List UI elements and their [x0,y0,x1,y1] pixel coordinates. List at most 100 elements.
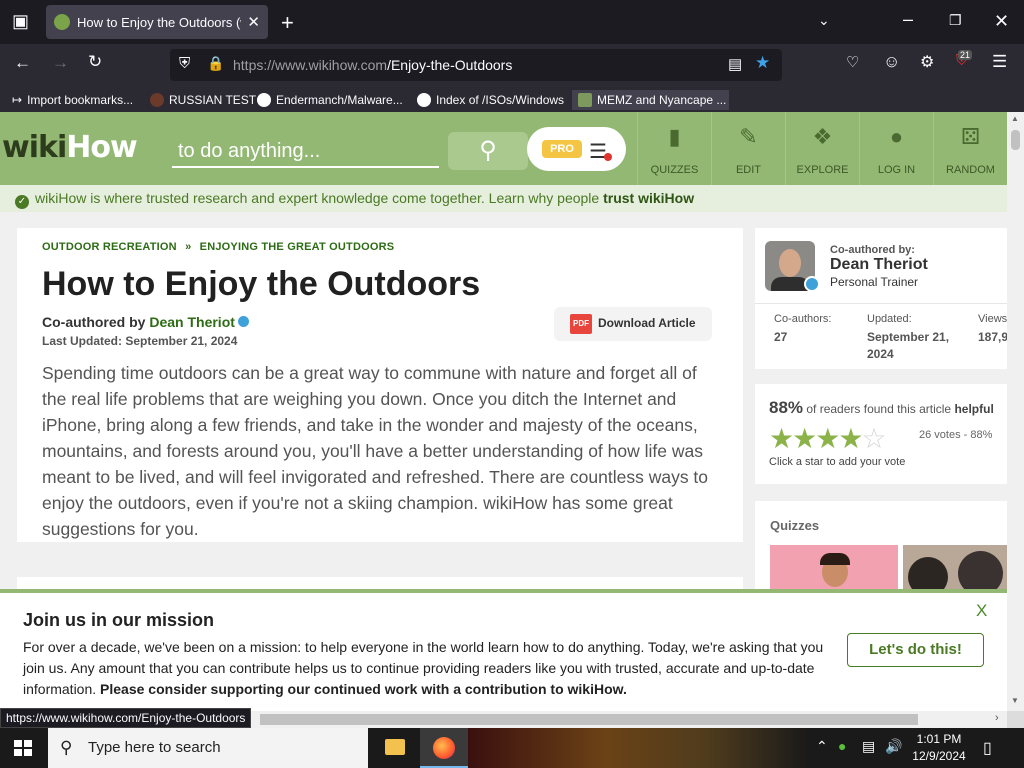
vertical-scrollbar[interactable]: ▲ ▼ [1007,112,1024,711]
pdf-icon: PDF [570,314,592,334]
google-icon [417,93,431,107]
mission-text-bold: Please consider supporting our continued… [100,681,627,697]
mission-title: Join us in our mission [23,610,215,630]
pro-menu-button[interactable]: PRO ☰ [527,127,626,171]
verified-icon [804,276,820,292]
search-button[interactable]: ⚲ [448,132,528,170]
windows-taskbar: ⚲ Type here to search ⌃ ● ▤ 🔊 1:01 PM 12… [0,728,1024,768]
logo-wiki: wiki [2,130,67,165]
stat-coauthors-label: Co-authors: [774,313,832,325]
clock-date: 12/9/2024 [912,749,966,763]
star-empty-icon[interactable]: ☆ [861,423,886,454]
horizontal-scrollbar[interactable]: › [260,711,1007,728]
tab-active[interactable]: How to Enjoy the Outdoors (with Pictures… [46,5,268,39]
nav-label: EDIT [735,164,762,176]
back-icon[interactable]: ← [14,53,31,73]
stat-views-label: Views: [978,313,1007,325]
breadcrumb-separator: » [185,241,192,253]
menu-icon[interactable]: ☰ [992,52,1007,72]
list-tabs-icon[interactable]: ⌄ [818,12,830,29]
scrollbar-thumb[interactable] [1011,130,1020,150]
author-role: Personal Trainer [830,275,919,289]
nav-random[interactable]: ⚄ RANDOM [933,112,1007,185]
forward-icon[interactable]: → [52,53,69,73]
bookmark-star-icon[interactable]: ★ [755,53,770,73]
bookmark-endermanch[interactable]: Endermanch/Malware... [257,90,403,110]
trust-banner: ✓ wikiHow is where trusted research and e… [0,185,1007,212]
hscroll-thumb[interactable] [260,714,918,725]
download-article-button[interactable]: PDF Download Article [554,307,712,341]
nav-explore[interactable]: ❖ EXPLORE [785,112,859,185]
extension-badge: 21 [958,50,973,60]
breadcrumb-enjoying-great-outdoors[interactable]: ENJOYING THE GREAT OUTDOORS [200,241,395,253]
url-text: https://www.wikihow.com/Enjoy-the-Outdoo… [233,57,512,73]
tray-overflow-icon[interactable]: ⌃ [816,738,828,755]
download-label: Download Article [598,316,696,330]
wikihow-logo[interactable]: wikiHow [2,130,138,165]
check-icon: ✓ [15,195,29,209]
nav-edit[interactable]: ✎ EDIT [711,112,785,185]
tab-overview-icon[interactable]: ▣ [12,11,29,32]
star-icon[interactable]: ★ [769,423,794,454]
logo-how: How [66,130,137,165]
star-rating[interactable]: ★★★★☆ [769,422,887,455]
hamburger-icon: ☰ [589,141,607,163]
nav-log-in[interactable]: ● LOG IN [859,112,933,185]
reader-view-icon[interactable]: ▤ [728,55,742,73]
scroll-up-icon[interactable]: ▲ [1011,114,1019,123]
new-tab-icon[interactable]: + [281,10,294,36]
address-bar[interactable]: ⛨ 🔒 https://www.wikihow.com/Enjoy-the-Ou… [170,49,782,81]
google-icon [257,93,271,107]
tray-app-icon[interactable]: ● [838,738,846,754]
star-icon[interactable]: ★ [815,423,840,454]
file-explorer-icon[interactable] [371,728,419,768]
stat-updated-label: Updated: [867,313,912,325]
tab-close-icon[interactable]: ✕ [247,13,260,31]
notifications-icon[interactable]: ▯ [983,738,992,758]
vote-count: 26 votes - 88% [919,429,993,441]
nav-quizzes[interactable]: ▮ QUIZZES [637,112,711,185]
pocket-icon[interactable]: ♡ [846,53,859,71]
article-card: OUTDOOR RECREATION » ENJOYING THE GREAT … [17,228,743,542]
site-search-input[interactable]: to do anything... [172,135,439,168]
firefox-icon[interactable] [420,728,468,768]
pro-badge: PRO [542,140,582,158]
star-icon[interactable]: ★ [792,423,817,454]
status-link-preview: https://www.wikihow.com/Enjoy-the-Outdoo… [0,708,252,728]
close-window-icon[interactable]: ✕ [994,11,1009,32]
wikihow-favicon-icon [54,14,70,30]
trust-link[interactable]: trust wikiHow [603,190,694,206]
taskbar-search-input[interactable]: ⚲ Type here to search [48,728,368,768]
restore-icon[interactable]: ❐ [949,12,962,29]
bookmark-isos[interactable]: Index of /ISOs/Windows [417,90,564,110]
breadcrumb: OUTDOOR RECREATION » ENJOYING THE GREAT … [42,241,394,253]
scroll-right-icon[interactable]: › [995,712,999,724]
breadcrumb-outdoor-recreation[interactable]: OUTDOOR RECREATION [42,241,177,253]
extensions-icon[interactable]: ⚙ [920,52,934,72]
site-header: wikiHow to do anything... ⚲ PRO ☰ ▮ QUIZZ… [0,112,1007,185]
network-icon[interactable]: ▤ [862,738,875,755]
bookmark-russian-test[interactable]: RUSSIAN TEST [150,90,256,110]
author-link[interactable]: Dean Theriot [149,314,235,330]
bookmark-import[interactable]: ↦ Import bookmarks... [12,90,133,110]
reload-icon[interactable]: ↻ [88,52,102,72]
author-name[interactable]: Dean Theriot [830,256,928,274]
taskbar-clock[interactable]: 1:01 PM 12/9/2024 [908,731,970,765]
bookmark-memz[interactable]: MEMZ and Nyancape ... [572,90,729,110]
scroll-down-icon[interactable]: ▼ [1011,696,1019,705]
shield-icon[interactable]: ⛨ [179,55,190,72]
star-icon[interactable]: ★ [838,423,863,454]
scroll-corner [1007,711,1024,728]
windows-start-icon[interactable] [14,740,32,756]
account-icon[interactable]: ☺ [883,52,900,72]
bookmarks-bar: ↦ Import bookmarks... RUSSIAN TEST Enderm… [0,86,1024,112]
bookmark-label: Index of /ISOs/Windows [436,93,565,107]
minimize-icon[interactable]: – [903,9,913,30]
pencil-icon: ✎ [739,124,758,149]
close-banner-button[interactable]: X [976,601,987,621]
volume-icon[interactable]: 🔊 [885,738,902,755]
nav-label: EXPLORE [796,164,849,176]
lock-icon[interactable]: 🔒 [207,55,224,72]
coauthor-line: Co-authored by Dean Theriot [42,314,249,330]
lets-do-this-button[interactable]: Let's do this! [847,633,984,667]
